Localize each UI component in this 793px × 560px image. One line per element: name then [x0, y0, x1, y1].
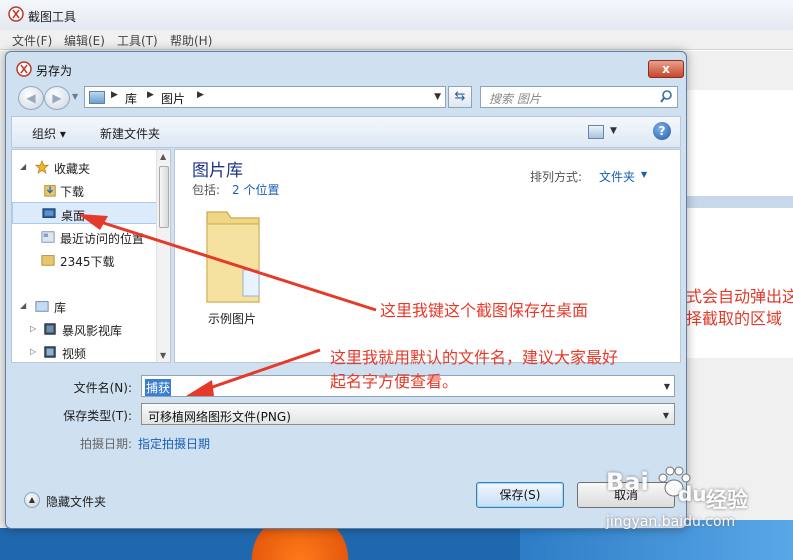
desktop-annotation: 这里我键这个截图保存在桌面 — [380, 301, 589, 320]
desktop-arrow — [78, 214, 377, 312]
baidu-watermark: Bai du 经验 jingyan.baidu.com — [606, 466, 793, 546]
watermark-jingyan: 经验 — [706, 488, 748, 512]
watermark-logo-tail: du — [678, 482, 707, 506]
filename-annotation-line: 这里我就用默认的文件名，建议大家最好 — [330, 348, 619, 367]
watermark-logo-text: Bai — [606, 468, 649, 496]
watermark-url: jingyan.baidu.com — [606, 514, 736, 530]
filename-arrow — [186, 348, 321, 396]
watermark-logo: Bai — [606, 468, 649, 496]
filename-annotation-line: 起名字方便查看。 — [330, 372, 459, 391]
